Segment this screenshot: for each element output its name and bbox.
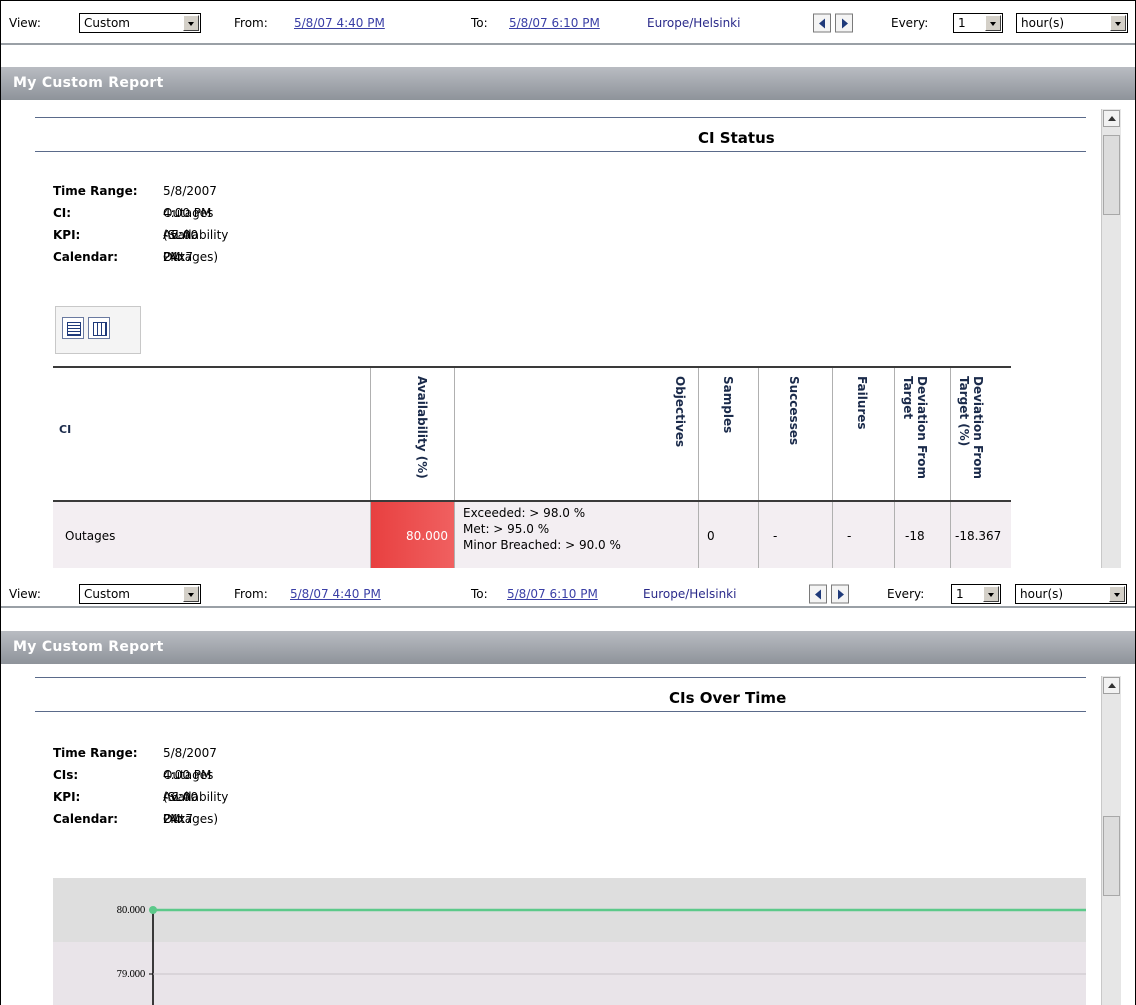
col-header-samples[interactable]: Samples — [699, 368, 759, 500]
toolbar: View: Custom From: 5/8/07 4:40 PM To: 5/… — [1, 1, 1135, 45]
meta-calendar: Calendar: 24x7 — [53, 812, 194, 826]
view-select[interactable]: Custom — [79, 13, 201, 33]
from-label: From: — [234, 16, 268, 30]
report-meta: Time Range: 5/8/2007 4:00 PM - 5:00 PM CI… — [53, 180, 229, 268]
table-header-row: CI Availability (%) Objectives Samples S… — [53, 366, 1011, 502]
cell-deviation-pct: -18.367 — [955, 529, 1002, 543]
chevron-down-icon[interactable] — [183, 15, 199, 31]
meta-kpi: KPI: Availability — [53, 790, 229, 804]
title-rule-bottom — [35, 711, 1086, 712]
col-header-ci[interactable]: CI — [53, 368, 371, 500]
cell-samples: 0 — [699, 502, 759, 569]
scroll-up-icon[interactable] — [1103, 110, 1120, 127]
every-select-value: 1 — [958, 16, 966, 30]
chevron-down-icon[interactable] — [183, 586, 199, 602]
title-rule-bottom — [35, 151, 1086, 152]
to-label: To: — [471, 16, 488, 30]
toolbar: View: Custom From: 5/8/07 4:40 PM To: 5/… — [1, 568, 1135, 608]
scrollbar-thumb[interactable] — [1103, 135, 1120, 215]
col-header-failures[interactable]: Failures — [833, 368, 895, 500]
vertical-scrollbar[interactable] — [1101, 109, 1121, 569]
every-select[interactable]: 1 — [953, 13, 1003, 33]
meta-time-range: Time Range: 5/8/2007 4:00 PM - 6:00 PM — [53, 746, 217, 826]
ci-status-table: CI Availability (%) Objectives Samples S… — [53, 366, 1011, 569]
data-point — [149, 906, 157, 914]
list-view-icon[interactable] — [62, 317, 84, 339]
report-title: My Custom Report — [1, 67, 1135, 100]
y-tick-label: 79.000 — [117, 970, 146, 980]
column-view-icon[interactable] — [88, 317, 110, 339]
timezone-label: Europe/Helsinki — [647, 16, 741, 30]
vertical-scrollbar[interactable] — [1101, 676, 1121, 1005]
cell-availability: 80.000 — [371, 502, 455, 569]
title-rule-top — [35, 677, 1086, 678]
meta-cis: CIs: Outages (SLA: Outages) — [53, 768, 219, 826]
report-content: CI Status Time Range: 5/8/2007 4:00 PM - … — [1, 100, 1086, 569]
unit-select[interactable]: hour(s) — [1016, 13, 1128, 33]
to-date-link[interactable]: 5/8/07 6:10 PM — [509, 16, 600, 30]
report-title: My Custom Report — [1, 631, 1135, 664]
to-label: To: — [471, 587, 488, 601]
unit-select-value: hour(s) — [1021, 16, 1065, 30]
cell-ci: Outages — [53, 502, 371, 569]
ci-status-window: View: Custom From: 5/8/07 4:40 PM To: 5/… — [0, 0, 1136, 569]
section-title: CI Status — [698, 129, 775, 147]
next-period-button[interactable] — [835, 13, 853, 33]
meta-ci: CI: Outages (SLA: Outages) — [53, 206, 219, 264]
cell-deviation: -18 — [895, 502, 951, 569]
title-rule-top — [35, 117, 1086, 118]
every-select-value: 1 — [956, 587, 964, 601]
table-row: Outages 80.000 Exceeded: > 98.0 % Met: >… — [53, 502, 1011, 569]
every-label: Every: — [887, 587, 925, 601]
every-label: Every: — [891, 16, 929, 30]
availability-over-time-chart: 80.000 79.000 — [53, 878, 1086, 1005]
timezone-label: Europe/Helsinki — [643, 587, 737, 601]
unit-select[interactable]: hour(s) — [1015, 584, 1127, 604]
view-label: View: — [9, 16, 41, 30]
cis-over-time-window: View: Custom From: 5/8/07 4:40 PM To: 5/… — [0, 568, 1136, 1005]
chevron-down-icon[interactable] — [985, 15, 1001, 31]
report-meta: Time Range: 5/8/2007 4:00 PM - 6:00 PM CI… — [53, 742, 229, 830]
from-date-link[interactable]: 5/8/07 4:40 PM — [290, 587, 381, 601]
section-title: CIs Over Time — [669, 689, 787, 707]
view-select[interactable]: Custom — [79, 584, 201, 604]
cell-failures: - — [833, 502, 895, 569]
from-date-link[interactable]: 5/8/07 4:40 PM — [294, 16, 385, 30]
scroll-up-icon[interactable] — [1103, 677, 1120, 694]
cell-objectives: Exceeded: > 98.0 % Met: > 95.0 % Minor B… — [455, 502, 699, 569]
cell-successes: - — [759, 502, 833, 569]
col-header-deviation-pct[interactable]: Deviation From Target (%) — [951, 368, 1011, 500]
unit-select-value: hour(s) — [1020, 587, 1064, 601]
meta-calendar: Calendar: 24x7 — [53, 250, 194, 264]
col-header-successes[interactable]: Successes — [759, 368, 833, 500]
col-header-availability[interactable]: Availability (%) — [371, 368, 455, 500]
every-select[interactable]: 1 — [951, 584, 1001, 604]
previous-period-button[interactable] — [809, 584, 827, 604]
view-toggle-group — [55, 306, 141, 354]
chevron-down-icon[interactable] — [983, 586, 999, 602]
chevron-down-icon[interactable] — [1110, 15, 1126, 31]
previous-period-button[interactable] — [813, 13, 831, 33]
col-header-deviation[interactable]: Deviation From Target — [895, 368, 951, 500]
next-period-button[interactable] — [831, 584, 849, 604]
meta-kpi: KPI: Availability — [53, 228, 229, 242]
meta-time-range: Time Range: 5/8/2007 4:00 PM - 5:00 PM — [53, 184, 217, 264]
chevron-down-icon[interactable] — [1109, 586, 1125, 602]
from-label: From: — [234, 587, 268, 601]
report-content: CIs Over Time Time Range: 5/8/2007 4:00 P… — [1, 664, 1086, 1005]
scrollbar-thumb[interactable] — [1103, 816, 1120, 896]
to-date-link[interactable]: 5/8/07 6:10 PM — [507, 587, 598, 601]
view-label: View: — [9, 587, 41, 601]
col-header-objectives[interactable]: Objectives — [455, 368, 699, 500]
view-select-value: Custom — [84, 16, 130, 30]
view-select-value: Custom — [84, 587, 130, 601]
y-tick-label: 80.000 — [117, 906, 146, 916]
